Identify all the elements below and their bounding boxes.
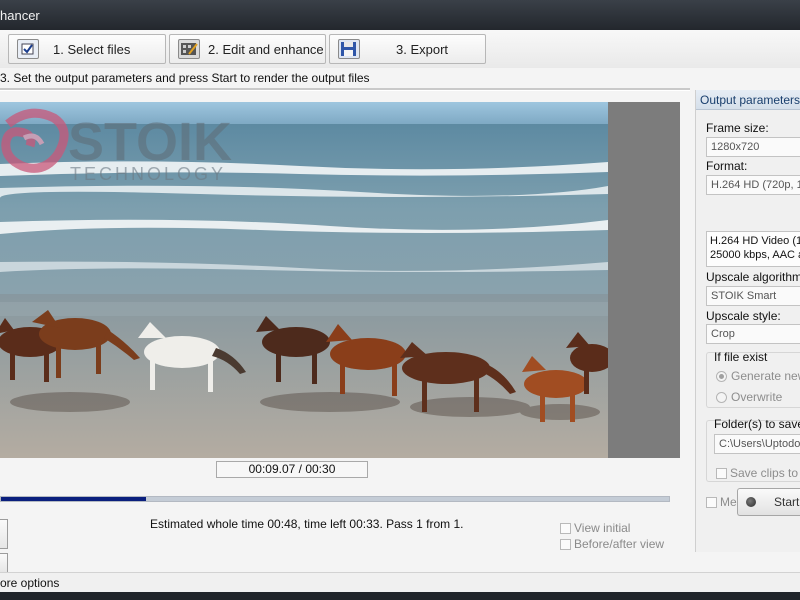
overwrite-label: Overwrite bbox=[731, 390, 783, 404]
instruction-text: 3. Set the output parameters and press S… bbox=[0, 71, 370, 85]
generate-new-label: Generate new bbox=[731, 369, 800, 383]
format-description: H.264 HD Video (12 25000 kbps, AAC a bbox=[706, 231, 800, 267]
format-desc-line: H.264 HD Video (12 bbox=[710, 235, 800, 247]
step-label: 1. Select files bbox=[53, 41, 131, 57]
app-client-area: 1. Select files 2. Edit and enhance 3. E… bbox=[0, 30, 800, 593]
checkbox-icon bbox=[17, 39, 39, 59]
folder-path-field[interactable]: C:\Users\Uptodo bbox=[714, 434, 800, 454]
watermark-tagline: TECHNOLOGY bbox=[70, 164, 226, 184]
generate-new-radio[interactable]: Generate new bbox=[716, 369, 800, 383]
film-edit-icon bbox=[178, 39, 200, 59]
step-label: 2. Edit and enhance bbox=[208, 41, 324, 57]
format-desc-line: 25000 kbps, AAC a bbox=[710, 249, 800, 261]
watermark-brand: STOIK bbox=[68, 112, 232, 172]
frame-size-label: Frame size: bbox=[706, 121, 769, 135]
status-text: Estimated whole time 00:48, time left 00… bbox=[150, 517, 464, 531]
upscale-style-label: Upscale style: bbox=[706, 309, 781, 323]
start-label: Start bbox=[774, 495, 800, 509]
start-icon bbox=[746, 497, 756, 507]
checkbox-box[interactable] bbox=[706, 497, 717, 508]
step-bar: 1. Select files 2. Edit and enhance 3. E… bbox=[0, 30, 800, 68]
checkbox-box[interactable] bbox=[716, 468, 727, 479]
output-parameters-panel: Output parameters Frame size: 1280x720 F… bbox=[695, 90, 800, 552]
time-readout: 00:09.07 / 00:30 bbox=[216, 461, 368, 478]
format-select[interactable]: H.264 HD (720p, 1 bbox=[706, 175, 800, 195]
taskbar-strip bbox=[0, 592, 800, 600]
frame-size-field[interactable]: 1280x720 bbox=[706, 137, 800, 157]
if-file-exist-label: If file exist bbox=[714, 350, 768, 364]
left-edge-button[interactable] bbox=[0, 519, 8, 549]
step-select-files-button[interactable]: 1. Select files bbox=[8, 34, 166, 64]
title-bar: hancer bbox=[0, 0, 800, 30]
step-edit-enhance-button[interactable]: 2. Edit and enhance bbox=[169, 34, 326, 64]
view-initial-checkbox[interactable]: View initial bbox=[560, 521, 630, 535]
before-after-label: Before/after view bbox=[574, 537, 665, 551]
window-title: hancer bbox=[0, 8, 40, 23]
video-preview: STOIK TECHNOLOGY bbox=[0, 102, 608, 458]
render-progress-bar bbox=[0, 496, 670, 502]
divider bbox=[0, 88, 690, 91]
floppy-disk-icon bbox=[338, 39, 360, 59]
start-button[interactable]: Start bbox=[737, 488, 800, 516]
upscale-algorithm-label: Upscale algorithm: bbox=[706, 270, 800, 284]
panel-header: Output parameters bbox=[696, 90, 800, 110]
save-clips-label: Save clips to in bbox=[730, 466, 800, 480]
view-initial-label: View initial bbox=[574, 521, 631, 535]
video-preview-frame: STOIK TECHNOLOGY bbox=[0, 102, 680, 458]
folders-label: Folder(s) to save bbox=[714, 417, 800, 431]
radio-button[interactable] bbox=[716, 392, 727, 403]
checkbox-box[interactable] bbox=[560, 539, 571, 550]
before-after-checkbox[interactable]: Before/after view bbox=[560, 537, 664, 551]
more-options-bar[interactable]: ore options bbox=[0, 572, 800, 593]
left-edge-button-2[interactable] bbox=[0, 553, 8, 573]
checkbox-box[interactable] bbox=[560, 523, 571, 534]
upscale-style-select[interactable]: Crop bbox=[706, 324, 800, 344]
more-options-label: ore options bbox=[0, 576, 60, 590]
overwrite-radio[interactable]: Overwrite bbox=[716, 390, 782, 404]
radio-button[interactable] bbox=[716, 371, 727, 382]
upscale-algorithm-select[interactable]: STOIK Smart bbox=[706, 286, 800, 306]
step-label: 3. Export bbox=[396, 41, 449, 57]
format-label: Format: bbox=[706, 159, 748, 173]
save-clips-checkbox[interactable]: Save clips to in bbox=[716, 466, 800, 480]
progress-fill bbox=[1, 497, 146, 501]
step-export-button[interactable]: 3. Export bbox=[329, 34, 486, 64]
